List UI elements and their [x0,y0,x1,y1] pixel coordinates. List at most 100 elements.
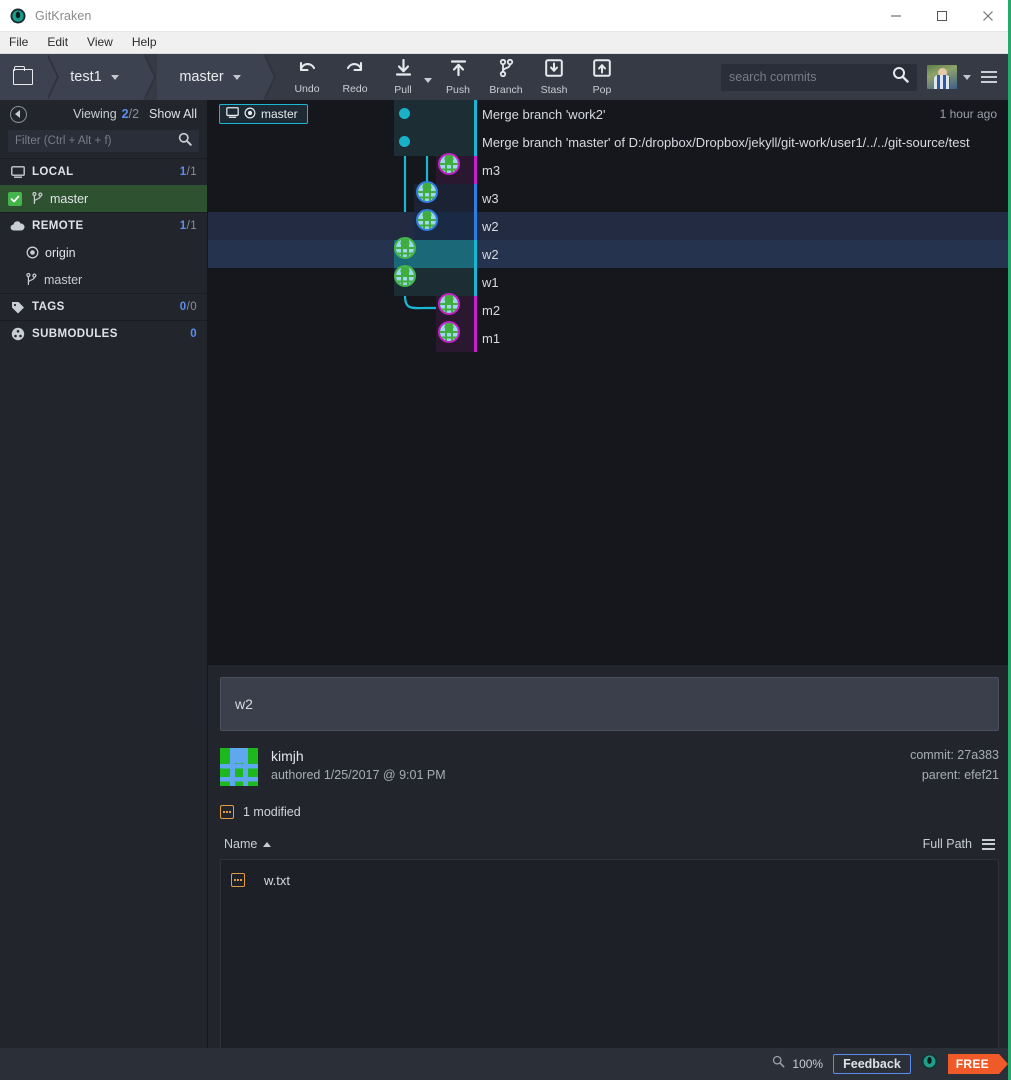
viewing-total: /2 [128,107,140,121]
maximize-button[interactable] [919,0,965,32]
undo-arrow-icon [297,59,317,81]
identicon-avatar [440,155,458,173]
merge-commit-node[interactable] [399,136,410,147]
checkmark-icon [8,191,22,206]
merge-commit-node[interactable] [399,108,410,119]
parent-hash[interactable]: parent: efef21 [910,768,999,782]
commit-hash[interactable]: commit: 27a383 [910,748,999,762]
cloud-icon [10,220,25,232]
list-item[interactable]: w.txt [221,868,998,892]
changed-files-list[interactable]: w.txt [220,859,999,1080]
sort-ascending-icon[interactable] [263,841,272,847]
sidebar-header: Viewing 2 /2 Show All [0,100,207,128]
viewing-label: Viewing [73,107,117,121]
stash-button[interactable]: Stash [530,54,578,100]
full-path-toggle[interactable]: Full Path [923,837,972,851]
search-commits-field[interactable] [721,63,917,91]
commit-node-avatar[interactable] [438,321,460,343]
commit-row[interactable]: m3 [208,156,1011,184]
row-color-bar [474,156,477,184]
pull-label: Pull [394,83,412,96]
commit-row[interactable]: m1 [208,324,1011,352]
commit-graph[interactable]: Merge branch 'work2' 1 hour ago Merge br… [208,100,1011,665]
pull-button[interactable]: Pull [379,54,427,100]
feedback-button[interactable]: Feedback [833,1054,911,1074]
local-total: /1 [186,166,197,178]
gitkraken-logo-icon[interactable] [921,1053,938,1075]
identicon-avatar [440,295,458,313]
search-input[interactable] [729,70,892,84]
commit-node-avatar[interactable] [394,265,416,287]
sidebar-section-submodules[interactable]: SUBMODULES 0 [0,320,207,347]
gitkraken-logo-icon [10,8,26,24]
user-avatar[interactable] [927,65,957,89]
commit-message: w1 [482,274,499,290]
pull-down-arrow-icon [394,58,413,82]
tags-count: 0 [179,301,187,313]
menu-item-view[interactable]: View [87,33,122,52]
repo-folder-button[interactable] [0,54,59,100]
sidebar-section-local[interactable]: LOCAL 1 /1 [0,158,207,185]
branch-button[interactable]: Branch [482,54,530,100]
sidebar-section-tags[interactable]: TAGS 0 /0 [0,293,207,320]
pop-up-box-icon [593,58,611,82]
undo-button[interactable]: Undo [283,54,331,100]
remote-target-icon [24,246,41,259]
chevron-left-icon[interactable] [10,105,27,123]
list-view-icon[interactable] [982,836,995,852]
commit-row[interactable]: w3 [208,184,1011,212]
branch-name-label: master [179,69,224,85]
plan-badge[interactable]: FREE [947,1054,1009,1074]
commit-message-text: w2 [235,696,253,712]
commit-node-avatar-selected[interactable] [394,237,416,259]
commit-row-selected[interactable]: w2 [208,240,1011,268]
viewing-count: 2 [121,107,129,121]
search-icon[interactable] [892,66,909,88]
commit-node-avatar[interactable] [438,293,460,315]
hamburger-menu-icon[interactable] [981,68,997,86]
branch-ref-badge-master[interactable]: master [219,104,308,124]
show-all-button[interactable]: Show All [149,107,197,121]
modified-file-icon [220,805,234,819]
commit-row[interactable]: Merge branch 'work2' 1 hour ago [208,100,1011,128]
stash-label: Stash [540,83,568,96]
sidebar-item-remote-origin[interactable]: origin [0,239,207,266]
zoom-control[interactable]: 100% [772,1055,823,1073]
commit-node-avatar[interactable] [416,181,438,203]
commit-message-box[interactable]: w2 [220,677,999,731]
file-table-name-header[interactable]: Name [224,837,257,851]
menu-item-help[interactable]: Help [132,33,166,52]
redo-button[interactable]: Redo [331,54,379,100]
sidebar-section-remote[interactable]: REMOTE 1 /1 [0,212,207,239]
sidebar-item-remote-origin-master[interactable]: master [0,266,207,293]
ref-badge-label: master [261,107,298,121]
remote-total: /1 [186,220,197,232]
submodule-icon [10,327,25,341]
commit-row[interactable]: w1 [208,268,1011,296]
minimize-button[interactable] [873,0,919,32]
push-button[interactable]: Push [434,54,482,100]
toolbar-actions: Undo Redo Pull Push Branch Stash Pop [283,54,626,100]
avatar-chevron-down-icon[interactable] [963,74,971,80]
filter-input[interactable] [15,135,178,147]
menu-item-file[interactable]: File [9,33,37,52]
row-color-bar [474,240,477,268]
branch-icon [29,192,46,205]
commit-row[interactable]: w2 [208,212,1011,240]
search-icon[interactable] [178,132,192,151]
commit-message: w2 [482,218,499,234]
branch-selector[interactable]: master [157,54,276,100]
branch-filter-field[interactable] [8,130,199,152]
pop-button[interactable]: Pop [578,54,626,100]
repo-selector[interactable]: test1 [46,54,156,100]
commit-row[interactable]: Merge branch 'master' of D:/dropbox/Drop… [208,128,1011,156]
sidebar-item-local-master[interactable]: master [0,185,207,212]
close-button[interactable] [965,0,1011,32]
row-color-bar [474,212,477,240]
menu-item-edit[interactable]: Edit [47,33,77,52]
author-info: kimjh authored 1/25/2017 @ 9:01 PM [271,748,446,782]
commit-node-avatar[interactable] [416,209,438,231]
commit-node-avatar[interactable] [438,153,460,175]
commit-row[interactable]: m2 [208,296,1011,324]
pull-options-chevron-down-icon[interactable] [424,77,432,83]
